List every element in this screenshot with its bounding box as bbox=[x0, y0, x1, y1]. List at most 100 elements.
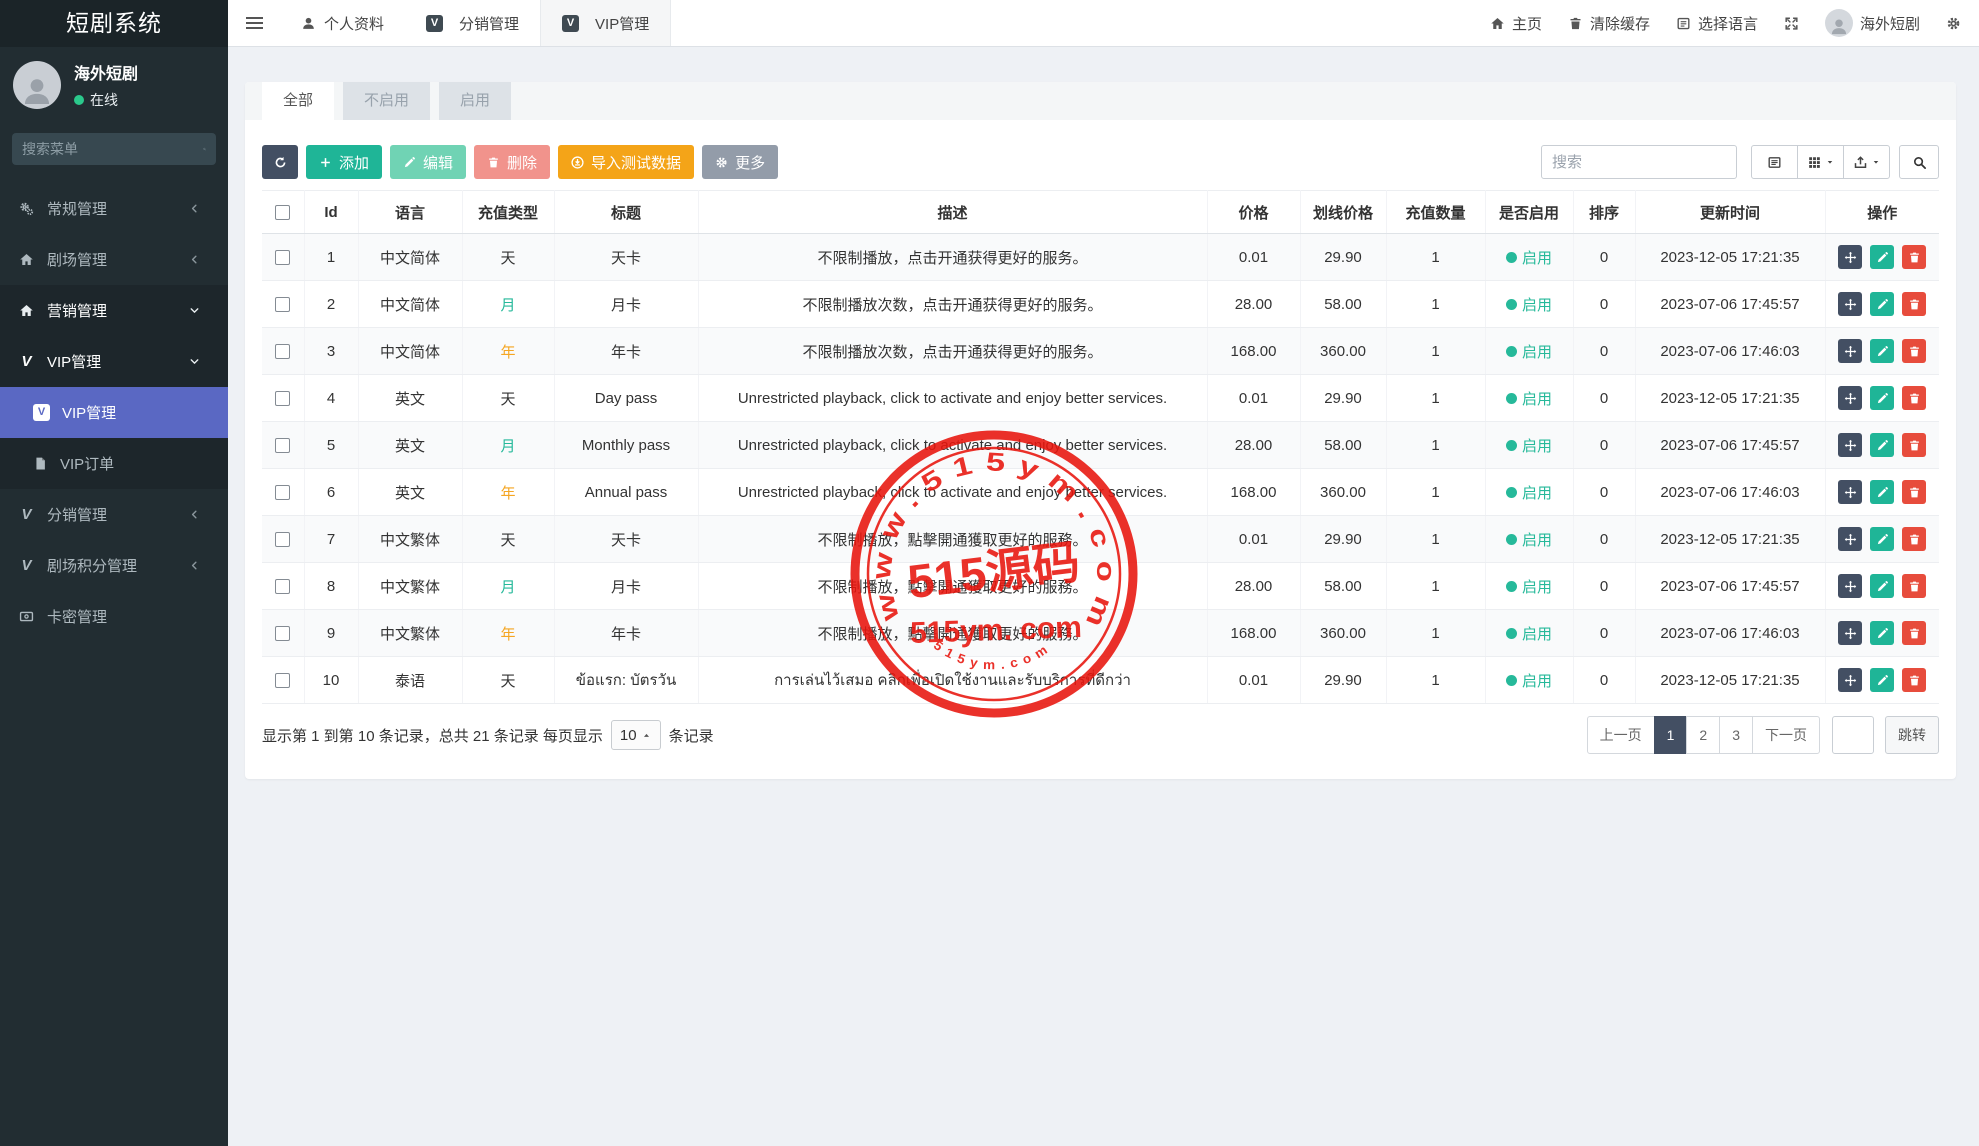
row-move-button[interactable] bbox=[1838, 621, 1862, 645]
sidebar-item-general[interactable]: 常规管理 bbox=[0, 183, 228, 234]
row-edit-button[interactable] bbox=[1870, 245, 1894, 269]
add-button[interactable]: 添加 bbox=[306, 145, 382, 179]
page-jump-input[interactable] bbox=[1832, 716, 1874, 754]
row-move-button[interactable] bbox=[1838, 480, 1862, 504]
settings-button[interactable] bbox=[1946, 16, 1961, 31]
row-checkbox[interactable] bbox=[275, 438, 290, 453]
user-menu[interactable]: 海外短剧 bbox=[1825, 9, 1920, 37]
home-icon bbox=[19, 252, 34, 267]
table-row[interactable]: 2 中文简体 月 月卡 不限制播放次数，点击开通获得更好的服务。 28.00 5… bbox=[262, 281, 1939, 328]
import-test-data-button[interactable]: 导入测试数据 bbox=[558, 145, 694, 179]
row-edit-button[interactable] bbox=[1870, 527, 1894, 551]
choose-language-link[interactable]: 选择语言 bbox=[1676, 13, 1758, 34]
filter-tab-enabled[interactable]: 启用 bbox=[439, 82, 511, 120]
row-edit-button[interactable] bbox=[1870, 292, 1894, 316]
table-search-input[interactable] bbox=[1541, 145, 1737, 179]
row-move-button[interactable] bbox=[1838, 292, 1862, 316]
row-edit-button[interactable] bbox=[1870, 574, 1894, 598]
table-row[interactable]: 3 中文简体 年 年卡 不限制播放次数，点击开通获得更好的服务。 168.00 … bbox=[262, 328, 1939, 375]
sidebar-item-vip-manage[interactable]: VIP管理 bbox=[0, 387, 228, 438]
page-button-1[interactable]: 1 bbox=[1654, 716, 1688, 754]
row-checkbox[interactable] bbox=[275, 673, 290, 688]
more-button[interactable]: 更多 bbox=[702, 145, 778, 179]
table-row[interactable]: 6 英文 年 Annual pass Unrestricted playback… bbox=[262, 469, 1939, 516]
sidebar-search-input[interactable] bbox=[22, 141, 203, 157]
table-row[interactable]: 4 英文 天 Day pass Unrestricted playback, c… bbox=[262, 375, 1939, 422]
sidebar-item-theater[interactable]: 剧场管理 bbox=[0, 234, 228, 285]
row-checkbox[interactable] bbox=[275, 297, 290, 312]
page-jump-button[interactable]: 跳转 bbox=[1885, 716, 1939, 754]
row-edit-button[interactable] bbox=[1870, 386, 1894, 410]
row-delete-button[interactable] bbox=[1902, 292, 1926, 316]
table-row[interactable]: 1 中文简体 天 天卡 不限制播放，点击开通获得更好的服务。 0.01 29.9… bbox=[262, 234, 1939, 281]
row-move-button[interactable] bbox=[1838, 574, 1862, 598]
row-delete-button[interactable] bbox=[1902, 433, 1926, 457]
row-move-button[interactable] bbox=[1838, 668, 1862, 692]
refresh-button[interactable] bbox=[262, 145, 298, 179]
sidebar-item-cardkey[interactable]: 卡密管理 bbox=[0, 591, 228, 642]
row-checkbox[interactable] bbox=[275, 532, 290, 547]
row-checkbox[interactable] bbox=[275, 391, 290, 406]
cell-actions bbox=[1825, 375, 1939, 422]
row-edit-button[interactable] bbox=[1870, 480, 1894, 504]
delete-button[interactable]: 删除 bbox=[474, 145, 550, 179]
table-row[interactable]: 10 泰语 天 ข้อแรก: บัตรวัน การเล่นไว้เสมอ ค… bbox=[262, 657, 1939, 704]
table-row[interactable]: 5 英文 月 Monthly pass Unrestricted playbac… bbox=[262, 422, 1939, 469]
row-delete-button[interactable] bbox=[1902, 245, 1926, 269]
home-link[interactable]: 主页 bbox=[1490, 13, 1542, 34]
row-move-button[interactable] bbox=[1838, 527, 1862, 551]
page-button-2[interactable]: 2 bbox=[1686, 716, 1720, 754]
row-delete-button[interactable] bbox=[1902, 621, 1926, 645]
page-size-select[interactable]: 10 bbox=[611, 720, 661, 750]
filter-tab-disabled[interactable]: 不启用 bbox=[343, 82, 430, 120]
sidebar-search[interactable] bbox=[12, 133, 216, 165]
tab-profile[interactable]: 个人资料 bbox=[280, 0, 405, 46]
row-delete-button[interactable] bbox=[1902, 527, 1926, 551]
edit-button[interactable]: 编辑 bbox=[390, 145, 466, 179]
row-delete-button[interactable] bbox=[1902, 386, 1926, 410]
cell-recharge-qty: 1 bbox=[1386, 234, 1485, 281]
sidebar-item-vip[interactable]: V VIP管理 bbox=[0, 336, 228, 387]
select-all-checkbox[interactable] bbox=[275, 205, 290, 220]
clear-cache-link[interactable]: 清除缓存 bbox=[1568, 13, 1650, 34]
sidebar-item-distribution[interactable]: V 分销管理 bbox=[0, 489, 228, 540]
next-page-button[interactable]: 下一页 bbox=[1752, 716, 1820, 754]
row-delete-button[interactable] bbox=[1902, 480, 1926, 504]
row-checkbox[interactable] bbox=[275, 626, 290, 641]
search-button[interactable] bbox=[1899, 145, 1939, 179]
sidebar-item-marketing[interactable]: 营销管理 bbox=[0, 285, 228, 336]
row-edit-button[interactable] bbox=[1870, 339, 1894, 363]
row-checkbox[interactable] bbox=[275, 485, 290, 500]
columns-button[interactable] bbox=[1797, 145, 1844, 179]
row-edit-button[interactable] bbox=[1870, 668, 1894, 692]
fullscreen-button[interactable] bbox=[1784, 16, 1799, 31]
row-delete-button[interactable] bbox=[1902, 339, 1926, 363]
row-move-button[interactable] bbox=[1838, 245, 1862, 269]
cell-language: 英文 bbox=[358, 469, 462, 516]
tab-distribution[interactable]: 分销管理 bbox=[405, 0, 540, 46]
export-button[interactable] bbox=[1843, 145, 1890, 179]
row-edit-button[interactable] bbox=[1870, 621, 1894, 645]
sidebar-toggle-button[interactable] bbox=[228, 0, 280, 46]
row-checkbox[interactable] bbox=[275, 250, 290, 265]
sidebar-item-vip-orders[interactable]: VIP订单 bbox=[0, 438, 228, 489]
cell-strike-price: 29.90 bbox=[1300, 516, 1386, 563]
table-row[interactable]: 9 中文繁体 年 年卡 不限制播放，點擊開通獲取更好的服務。 168.00 36… bbox=[262, 610, 1939, 657]
page-button-3[interactable]: 3 bbox=[1719, 716, 1753, 754]
row-delete-button[interactable] bbox=[1902, 668, 1926, 692]
detail-view-button[interactable] bbox=[1751, 145, 1798, 179]
row-move-button[interactable] bbox=[1838, 339, 1862, 363]
row-checkbox[interactable] bbox=[275, 344, 290, 359]
row-move-button[interactable] bbox=[1838, 433, 1862, 457]
row-move-button[interactable] bbox=[1838, 386, 1862, 410]
row-checkbox[interactable] bbox=[275, 579, 290, 594]
table-row[interactable]: 7 中文繁体 天 天卡 不限制播放，點擊開通獲取更好的服務。 0.01 29.9… bbox=[262, 516, 1939, 563]
row-delete-button[interactable] bbox=[1902, 574, 1926, 598]
tab-vip-manage[interactable]: VIP管理 bbox=[540, 0, 671, 46]
row-edit-button[interactable] bbox=[1870, 433, 1894, 457]
sidebar-item-points[interactable]: V 剧场积分管理 bbox=[0, 540, 228, 591]
table-row[interactable]: 8 中文繁体 月 月卡 不限制播放，點擊開通獲取更好的服務。 28.00 58.… bbox=[262, 563, 1939, 610]
records-summary-suffix: 条记录 bbox=[669, 725, 714, 746]
filter-tab-all[interactable]: 全部 bbox=[262, 82, 334, 120]
prev-page-button[interactable]: 上一页 bbox=[1587, 716, 1655, 754]
